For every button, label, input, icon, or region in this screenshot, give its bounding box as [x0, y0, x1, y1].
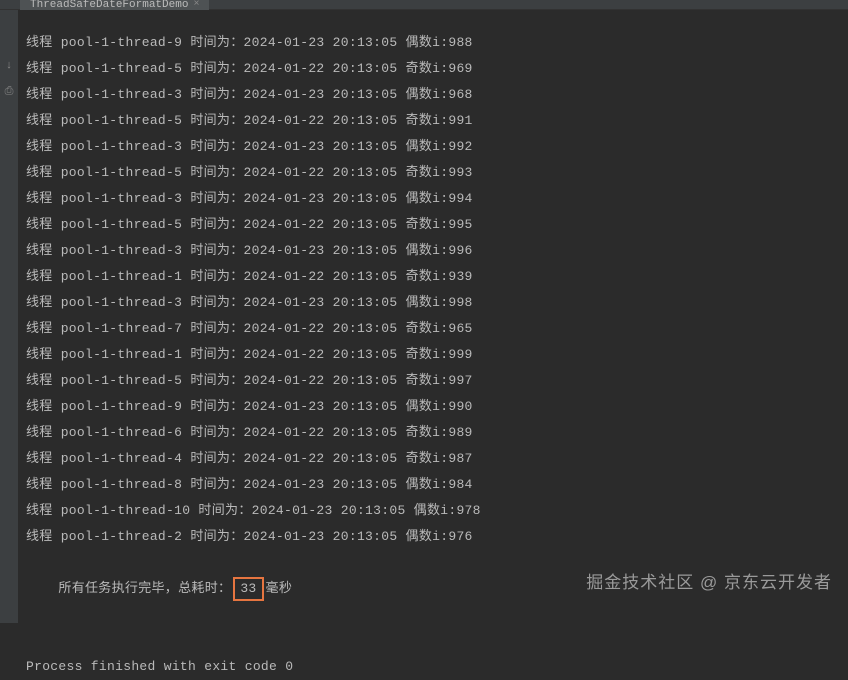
close-icon[interactable]: ×	[193, 0, 199, 10]
log-line: 线程 pool-1-thread-3 时间为：2024-01-23 20:13:…	[26, 82, 848, 108]
log-line: 线程 pool-1-thread-5 时间为：2024-01-22 20:13:…	[26, 108, 848, 134]
log-line: 线程 pool-1-thread-9 时间为：2024-01-23 20:13:…	[26, 30, 848, 56]
log-line: 线程 pool-1-thread-5 时间为：2024-01-22 20:13:…	[26, 56, 848, 82]
log-line: 线程 pool-1-thread-5 时间为：2024-01-22 20:13:…	[26, 368, 848, 394]
log-line: 线程 pool-1-thread-3 时间为：2024-01-23 20:13:…	[26, 186, 848, 212]
log-line: 线程 pool-1-thread-9 时间为：2024-01-23 20:13:…	[26, 394, 848, 420]
log-line: 线程 pool-1-thread-10 时间为：2024-01-23 20:13…	[26, 498, 848, 524]
log-line: 线程 pool-1-thread-2 时间为：2024-01-23 20:13:…	[26, 524, 848, 550]
tab-title: ThreadSafeDateFormatDemo	[30, 0, 188, 10]
gutter: ↓ ⎙	[0, 10, 18, 623]
log-line: 线程 pool-1-thread-5 时间为：2024-01-22 20:13:…	[26, 160, 848, 186]
blank-line	[26, 628, 848, 654]
log-line: 线程 pool-1-thread-5 时间为：2024-01-22 20:13:…	[26, 212, 848, 238]
summary-prefix: 所有任务执行完毕，总耗时：	[58, 581, 231, 596]
summary-highlight: 33	[233, 577, 263, 601]
log-line: 线程 pool-1-thread-8 时间为：2024-01-23 20:13:…	[26, 472, 848, 498]
summary-suffix: 毫秒	[266, 581, 293, 596]
process-finished: Process finished with exit code 0	[26, 654, 848, 680]
download-icon[interactable]: ↓	[3, 60, 15, 72]
print-icon[interactable]: ⎙	[3, 86, 15, 98]
log-line: 线程 pool-1-thread-3 时间为：2024-01-23 20:13:…	[26, 290, 848, 316]
log-line: 线程 pool-1-thread-4 时间为：2024-01-22 20:13:…	[26, 446, 848, 472]
log-line: 线程 pool-1-thread-6 时间为：2024-01-22 20:13:…	[26, 420, 848, 446]
log-line: 线程 pool-1-thread-1 时间为：2024-01-22 20:13:…	[26, 342, 848, 368]
log-line: 线程 pool-1-thread-1 时间为：2024-01-22 20:13:…	[26, 264, 848, 290]
log-line: 线程 pool-1-thread-7 时间为：2024-01-22 20:13:…	[26, 316, 848, 342]
log-line: 线程 pool-1-thread-3 时间为：2024-01-23 20:13:…	[26, 134, 848, 160]
watermark: 掘金技术社区 @ 京东云开发者	[586, 568, 832, 593]
tab-bar: ThreadSafeDateFormatDemo ×	[0, 0, 848, 10]
file-tab[interactable]: ThreadSafeDateFormatDemo ×	[20, 0, 209, 10]
log-line: 线程 pool-1-thread-3 时间为：2024-01-23 20:13:…	[26, 238, 848, 264]
